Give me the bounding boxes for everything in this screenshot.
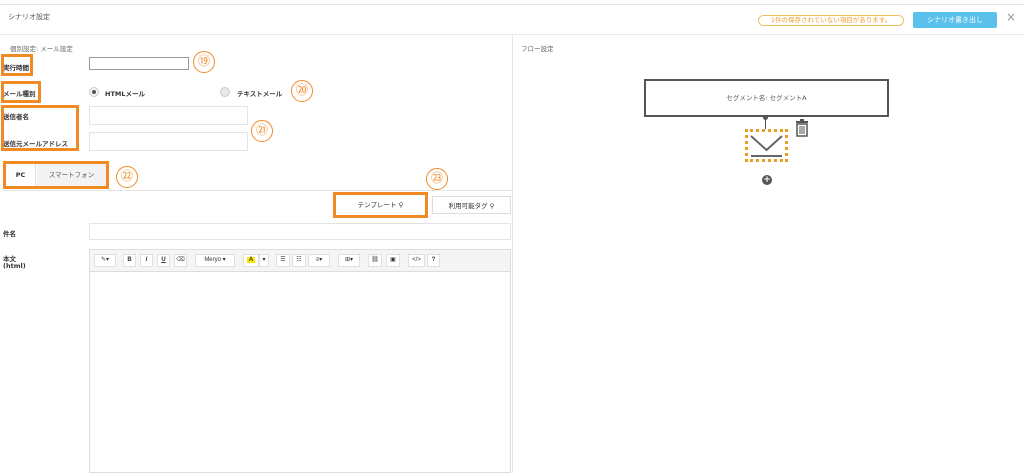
page-title: シナリオ設定 [8, 13, 50, 21]
annotation-21: ㉑ [251, 120, 273, 142]
segment-box[interactable]: セグメント名: セグメントA [644, 79, 889, 117]
export-button[interactable]: シナリオ書き出し [913, 12, 997, 28]
radio-html[interactable] [89, 87, 99, 97]
tab-pc[interactable]: PC [6, 164, 36, 186]
annotation-19: ⑲ [193, 51, 215, 73]
table-icon[interactable]: ⊞▾ [338, 254, 360, 267]
eraser-icon[interactable]: ⌫ [174, 254, 187, 267]
top-line [0, 4, 1024, 5]
sender-name-input[interactable] [89, 106, 248, 125]
flow-connector-dot [763, 115, 768, 120]
editor-content[interactable] [90, 272, 510, 472]
template-button-label: テンプレート [357, 201, 397, 209]
color-button[interactable]: A [243, 254, 259, 267]
tags-button-label: 利用可能タグ [448, 202, 488, 210]
radio-text-label: テキストメール [237, 90, 283, 98]
radio-html-label: HTMLメール [105, 90, 145, 98]
search-icon: ⚲ [398, 201, 404, 209]
tabs-underline [3, 190, 512, 191]
bold-button[interactable]: B [123, 254, 136, 267]
annotation-23: ㉓ [426, 168, 448, 190]
subject-label: 件名 [3, 230, 16, 238]
subject-input[interactable] [89, 223, 511, 240]
italic-button[interactable]: I [140, 254, 153, 267]
code-icon[interactable]: </> [408, 254, 425, 267]
help-icon[interactable]: ? [427, 254, 440, 267]
magic-icon[interactable]: ✎▾ [94, 254, 116, 267]
annotation-box-20 [1, 81, 41, 103]
underline-button[interactable]: U [157, 254, 170, 267]
add-node-button[interactable]: + [762, 175, 772, 185]
plus-icon: + [763, 175, 771, 185]
tags-button[interactable]: 利用可能タグ ⚲ [432, 196, 511, 214]
sender-address-input[interactable] [89, 132, 248, 151]
annotation-22: ㉒ [116, 166, 138, 188]
annotation-box-19 [1, 54, 33, 76]
body-label-sub: (html) [3, 262, 26, 270]
close-icon[interactable]: × [1006, 10, 1016, 24]
exec-time-input[interactable] [89, 57, 189, 70]
color-icon: A [246, 257, 256, 263]
trash-icon[interactable] [795, 119, 809, 137]
color-caret-icon[interactable]: ▾ [259, 254, 269, 267]
mail-node[interactable] [745, 129, 788, 162]
annotation-box-21 [1, 105, 79, 151]
ordered-list-icon[interactable]: ☷ [292, 254, 306, 267]
image-icon[interactable]: ▣ [386, 254, 400, 267]
align-icon[interactable]: ≡▾ [308, 254, 330, 267]
link-icon[interactable]: ⛓ [368, 254, 382, 267]
radio-dot [92, 90, 96, 94]
flow-section-title: フロー設定 [521, 45, 554, 53]
search-icon: ⚲ [489, 202, 495, 210]
section-title-mail: 個別設定: メール設定 [10, 45, 73, 53]
tab-smartphone[interactable]: スマートフォン [37, 164, 106, 186]
template-button[interactable]: テンプレート ⚲ [336, 195, 425, 215]
unsaved-notice: 1件の保存されていない項目があります。 [758, 15, 904, 26]
annotation-20: ⑳ [291, 80, 313, 102]
panel-divider [512, 35, 513, 473]
font-select[interactable]: Meryo ▾ [195, 254, 235, 267]
unordered-list-icon[interactable]: ☰ [276, 254, 290, 267]
envelope-icon [750, 135, 783, 157]
radio-text[interactable] [220, 87, 230, 97]
